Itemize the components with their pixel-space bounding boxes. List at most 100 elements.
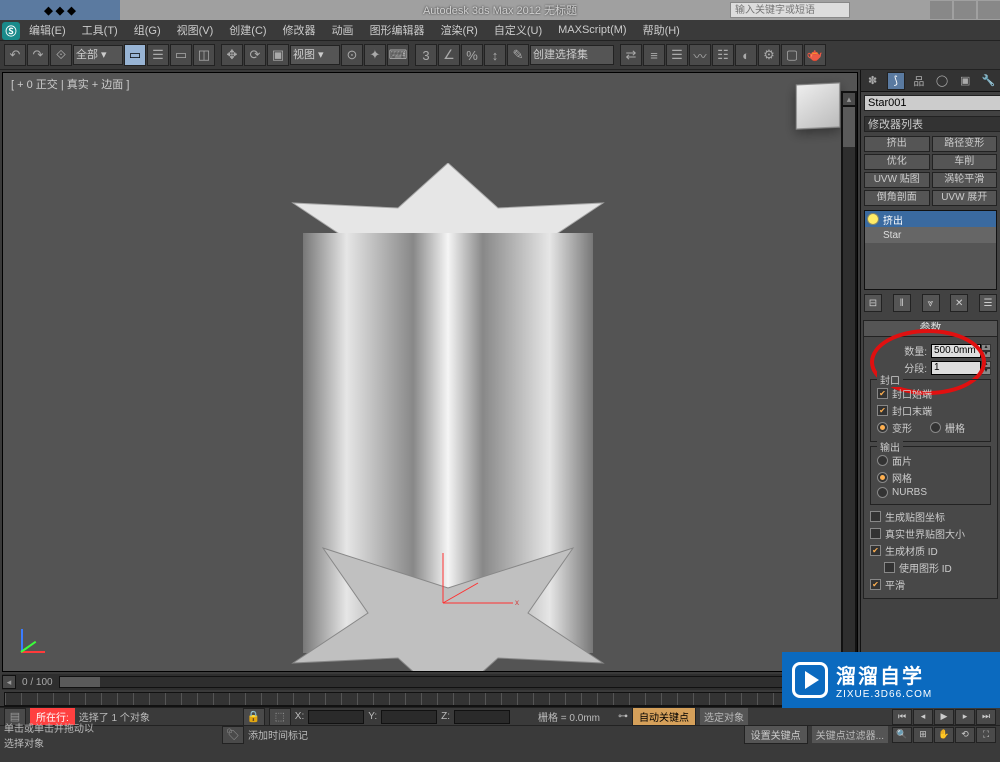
gen-mapping-checkbox[interactable] (870, 511, 881, 522)
pin-stack-button[interactable]: ⊟ (864, 294, 882, 312)
mod-btn-uvwunwrap[interactable]: UVW 展开 (932, 190, 998, 206)
maximize-viewport-button[interactable]: ⛶ (976, 727, 996, 743)
tab-hierarchy-icon[interactable]: 品 (910, 72, 928, 90)
mod-btn-lathe[interactable]: 车削 (932, 154, 998, 170)
z-input[interactable] (454, 710, 510, 724)
zoom-button[interactable]: 🔍 (892, 727, 912, 743)
manipulate-button[interactable]: ✦ (364, 44, 386, 66)
track-ruler[interactable] (4, 692, 856, 706)
render-button[interactable]: 🫖 (804, 44, 826, 66)
move-button[interactable]: ✥ (221, 44, 243, 66)
use-shapeid-checkbox[interactable] (884, 562, 895, 573)
stack-item-star[interactable]: Star (865, 227, 996, 243)
scroll-up-icon[interactable]: ▴ (842, 92, 856, 106)
mod-btn-optimize[interactable]: 优化 (864, 154, 930, 170)
grid-radio[interactable] (930, 422, 941, 433)
render-frame-button[interactable]: ▢ (781, 44, 803, 66)
undo-button[interactable]: ↶ (4, 44, 26, 66)
help-search-input[interactable] (730, 2, 850, 18)
lock-selection-button[interactable]: 🔒 (243, 708, 265, 726)
angle-snap-button[interactable]: ∠ (438, 44, 460, 66)
auto-key-button[interactable]: 自动关键点 (632, 707, 696, 726)
morph-radio[interactable] (877, 422, 888, 433)
vscroll-track[interactable] (842, 106, 856, 656)
goto-end-button[interactable]: ⏭ (976, 709, 996, 725)
smooth-checkbox[interactable] (870, 579, 881, 590)
cap-end-checkbox[interactable] (877, 405, 888, 416)
minimize-button[interactable] (930, 1, 952, 19)
schematic-button[interactable]: ☷ (712, 44, 734, 66)
vscroll-thumb[interactable] (843, 107, 855, 147)
menu-rendering[interactable]: 渲染(R) (434, 20, 485, 40)
menu-customize[interactable]: 自定义(U) (487, 20, 549, 40)
zoom-all-button[interactable]: ⊞ (913, 727, 933, 743)
align-button[interactable]: ≡ (643, 44, 665, 66)
use-center-button[interactable]: ⊙ (341, 44, 363, 66)
curve-editor-button[interactable]: 〰 (689, 44, 711, 66)
amount-input[interactable] (931, 344, 981, 358)
pan-button[interactable]: ✋ (934, 727, 954, 743)
make-unique-button[interactable]: ⩔ (922, 294, 940, 312)
menu-tools[interactable]: 工具(T) (75, 20, 125, 40)
modifier-stack[interactable]: 挤出 Star (864, 210, 997, 290)
redo-button[interactable]: ↷ (27, 44, 49, 66)
selection-filter[interactable]: 全部 ▾ (73, 45, 123, 65)
y-input[interactable] (381, 710, 437, 724)
time-slider-thumb[interactable] (60, 677, 100, 687)
tab-motion-icon[interactable]: ◯ (933, 72, 951, 90)
menu-graph-editors[interactable]: 图形编辑器 (363, 20, 432, 40)
key-mode-icon[interactable]: ⊶ (618, 711, 628, 722)
max-logo-icon[interactable]: Ⓢ (2, 22, 20, 40)
nurbs-radio[interactable] (877, 487, 888, 498)
patch-radio[interactable] (877, 455, 888, 466)
mesh-radio[interactable] (877, 472, 888, 483)
rotate-button[interactable]: ⟳ (244, 44, 266, 66)
key-filters-button[interactable]: 关键点过滤器... (812, 726, 888, 743)
ref-coord-system[interactable]: 视图 ▾ (290, 45, 340, 65)
tab-create-icon[interactable]: ✽ (864, 72, 882, 90)
spin-down-icon[interactable]: ▾ (981, 368, 991, 375)
prev-frame-button[interactable]: ◂ (913, 709, 933, 725)
percent-snap-button[interactable]: % (461, 44, 483, 66)
stack-item-extrude[interactable]: 挤出 (865, 211, 996, 227)
spinner-snap-button[interactable]: ↕ (484, 44, 506, 66)
mod-btn-uvwmap[interactable]: UVW 贴图 (864, 172, 930, 188)
menu-create[interactable]: 创建(C) (222, 20, 273, 40)
tab-modify-icon[interactable]: ⟆ (887, 72, 905, 90)
scroll-left-icon[interactable]: ◂ (2, 675, 16, 689)
spin-up-icon[interactable]: ▴ (981, 344, 991, 351)
window-crossing-button[interactable]: ◫ (193, 44, 215, 66)
time-tag-icon[interactable]: 🏷 (222, 726, 244, 744)
viewport[interactable]: [ + 0 正交 | 真实 + 边面 ] x ▴ ▾ (2, 72, 858, 672)
add-time-tag[interactable]: 添加时间标记 (248, 727, 308, 742)
segments-input[interactable] (931, 361, 981, 375)
named-sel-sets[interactable]: 创建选择集 (530, 45, 614, 65)
menu-modifiers[interactable]: 修改器 (276, 20, 323, 40)
keyboard-shortcut-button[interactable]: ⌨ (387, 44, 409, 66)
menu-animation[interactable]: 动画 (325, 20, 361, 40)
object-name-input[interactable] (864, 95, 1000, 111)
menu-edit[interactable]: 编辑(E) (22, 20, 73, 40)
play-button[interactable]: ▶ (934, 709, 954, 725)
real-world-checkbox[interactable] (870, 528, 881, 539)
isolate-button[interactable]: ⬚ (269, 708, 291, 726)
layer-manager-button[interactable]: ☰ (666, 44, 688, 66)
scale-button[interactable]: ▣ (267, 44, 289, 66)
edit-named-sel-button[interactable]: ✎ (507, 44, 529, 66)
menu-maxscript[interactable]: MAXScript(M) (551, 22, 633, 38)
maximize-button[interactable] (954, 1, 976, 19)
view-cube[interactable] (796, 82, 840, 129)
show-end-button[interactable]: ‖ (893, 294, 911, 312)
select-name-button[interactable]: ☰ (147, 44, 169, 66)
set-key-button[interactable]: 设置关键点 (744, 725, 808, 744)
link-button[interactable]: ⟐ (50, 44, 72, 66)
next-frame-button[interactable]: ▸ (955, 709, 975, 725)
menu-group[interactable]: 组(G) (127, 20, 168, 40)
cap-start-checkbox[interactable] (877, 388, 888, 399)
gen-matid-checkbox[interactable] (870, 545, 881, 556)
menu-views[interactable]: 视图(V) (170, 20, 221, 40)
orbit-button[interactable]: ⟲ (955, 727, 975, 743)
menu-help[interactable]: 帮助(H) (636, 20, 687, 40)
spin-down-icon[interactable]: ▾ (981, 351, 991, 358)
spin-up-icon[interactable]: ▴ (981, 361, 991, 368)
